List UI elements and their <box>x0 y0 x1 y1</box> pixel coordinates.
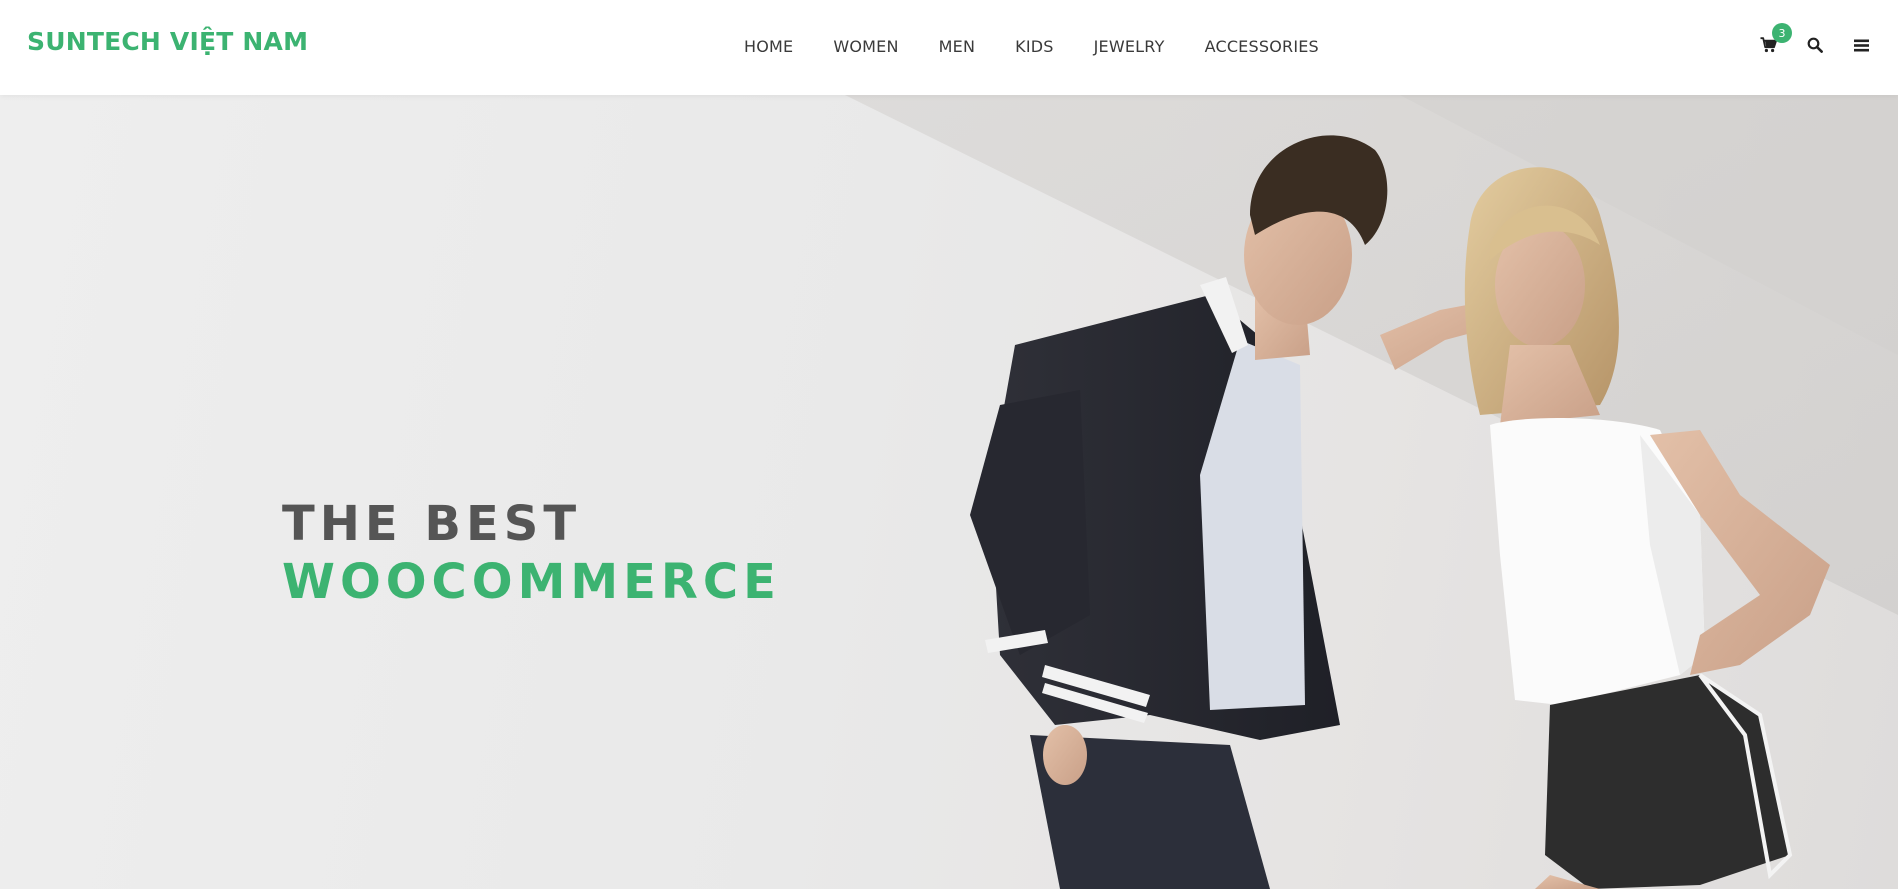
nav-item-kids[interactable]: KIDS <box>1015 37 1054 56</box>
hero-headline: THE BEST WOOCOMMERCE <box>282 495 781 611</box>
main-nav: HOME WOMEN MEN KIDS JEWELRY ACCESSORIES <box>744 34 1319 58</box>
hero-photo-models <box>845 95 1898 889</box>
hamburger-menu-icon[interactable] <box>1850 34 1872 56</box>
nav-item-women[interactable]: WOMEN <box>833 37 898 56</box>
hero-banner: THE BEST WOOCOMMERCE <box>0 95 1898 889</box>
cart-count-badge: 3 <box>1772 23 1792 43</box>
hero-headline-line2: WOOCOMMERCE <box>282 554 781 610</box>
header-tools: 3 <box>1698 23 1898 60</box>
search-icon[interactable] <box>1804 34 1826 56</box>
nav-item-accessories[interactable]: ACCESSORIES <box>1205 37 1319 56</box>
nav-item-jewelry[interactable]: JEWELRY <box>1094 37 1165 56</box>
nav-item-men[interactable]: MEN <box>939 37 975 56</box>
hero-headline-line1: THE BEST <box>282 496 582 552</box>
nav-item-home[interactable]: HOME <box>744 37 793 56</box>
site-header: SUNTECH VIỆT NAM HOME WOMEN MEN KIDS JEW… <box>0 0 1898 95</box>
site-logo[interactable]: SUNTECH VIỆT NAM <box>27 27 308 56</box>
